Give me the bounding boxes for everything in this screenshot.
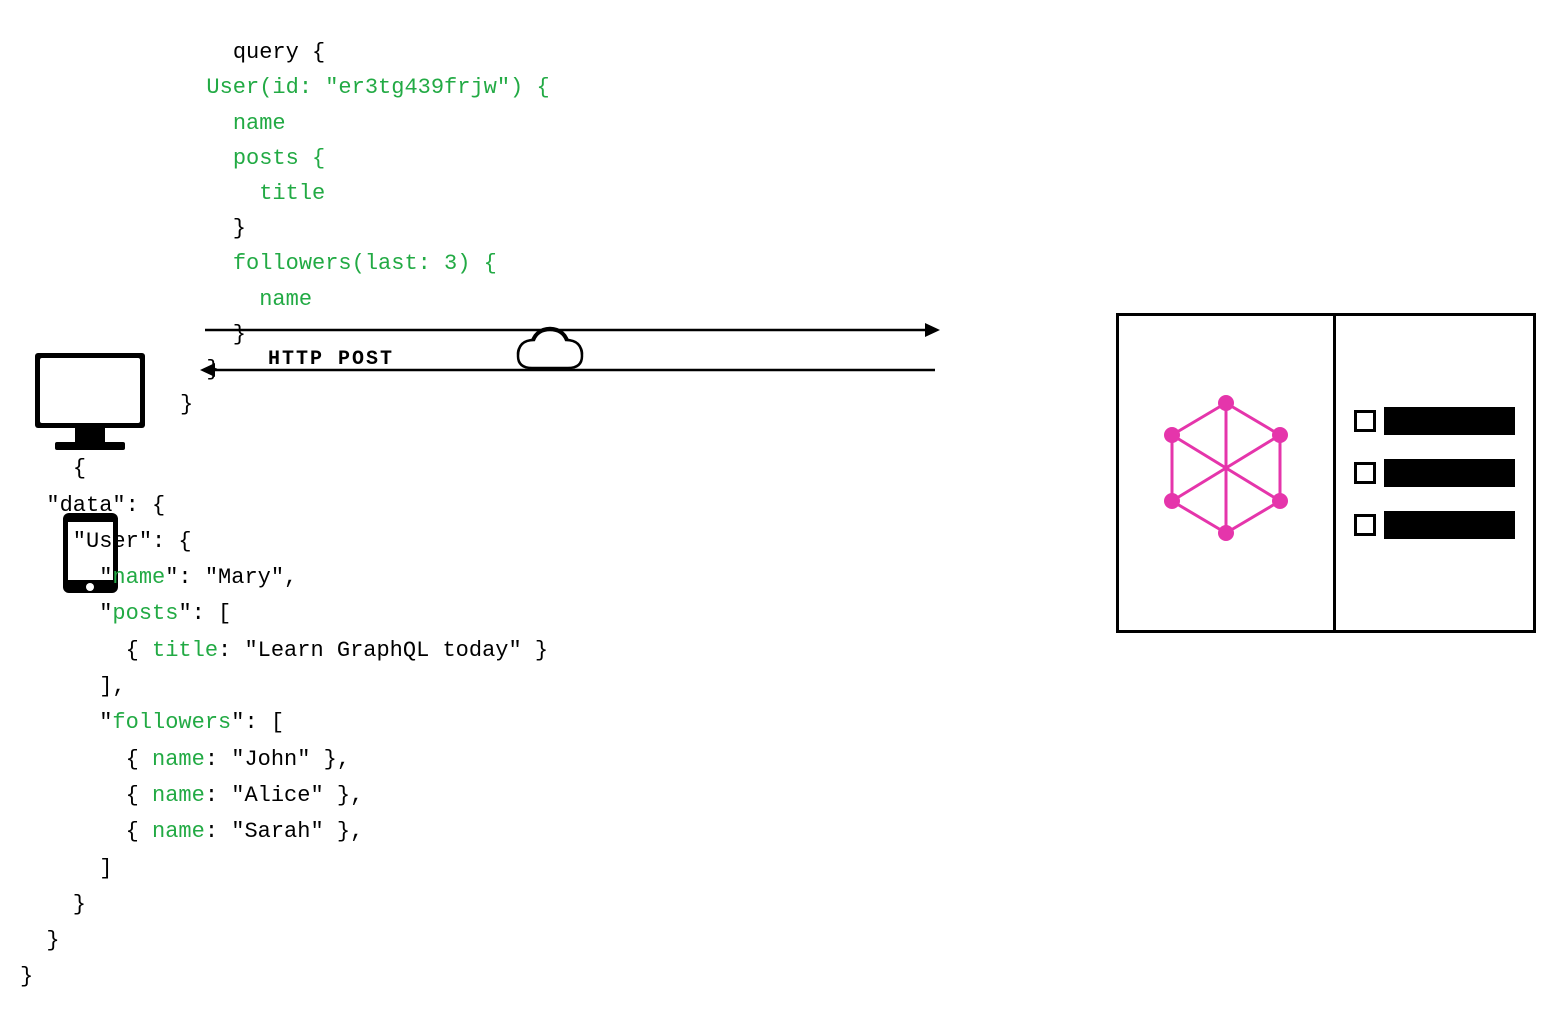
data-panel [1336,313,1536,633]
data-row-2 [1354,459,1515,487]
data-bar-1 [1384,407,1515,435]
cloud-icon [510,318,590,373]
main-container: query { User(id: "er3tg439frjw") { name … [0,0,1566,946]
response-code-block: { "data": { "User": { "name": "Mary", "p… [20,415,548,1032]
data-square-1 [1354,410,1376,432]
data-bar-3 [1384,511,1515,539]
server-box [1116,313,1536,633]
data-row-1 [1354,407,1515,435]
data-square-3 [1354,514,1376,536]
graphql-logo-icon [1156,393,1296,553]
graphql-panel [1116,313,1336,633]
data-bar-2 [1384,459,1515,487]
data-square-2 [1354,462,1376,484]
data-row-3 [1354,511,1515,539]
http-post-label: HTTP POST [268,348,394,371]
